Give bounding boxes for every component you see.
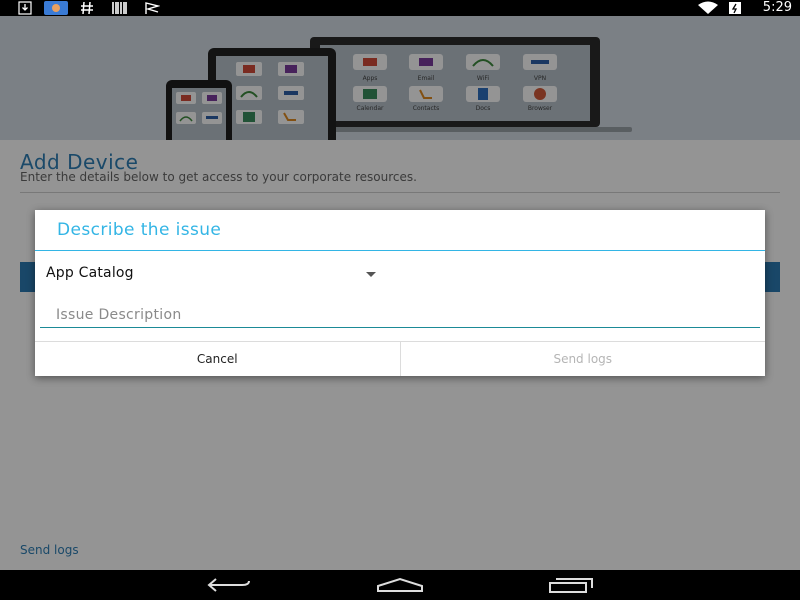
dialog-button-bar: Cancel Send logs	[35, 341, 765, 376]
dialog-title-divider	[35, 250, 765, 251]
clock: 5:29	[762, 0, 792, 15]
send-logs-button[interactable]: Send logs	[399, 342, 765, 376]
dropdown-arrow-icon	[366, 272, 376, 277]
back-icon[interactable]	[206, 577, 252, 593]
download-icon	[18, 1, 32, 15]
status-bar: 5:29	[0, 0, 800, 16]
dialog-title: Describe the issue	[57, 220, 222, 240]
navigation-bar	[0, 570, 800, 600]
issue-description-input[interactable]	[40, 302, 760, 328]
cancel-button[interactable]: Cancel	[35, 342, 400, 376]
photo-icon	[44, 1, 68, 15]
battery-icon	[729, 2, 741, 14]
recents-icon[interactable]	[548, 577, 596, 593]
wifi-icon	[698, 1, 718, 14]
flag-icon	[145, 2, 160, 14]
describe-issue-dialog: Describe the issue App Catalog Cancel Se…	[35, 210, 765, 376]
category-selected-value: App Catalog	[46, 265, 134, 281]
home-icon[interactable]	[376, 577, 424, 593]
category-dropdown[interactable]: App Catalog	[46, 260, 376, 288]
barcode-icon	[112, 2, 127, 14]
hash-icon	[81, 1, 93, 15]
